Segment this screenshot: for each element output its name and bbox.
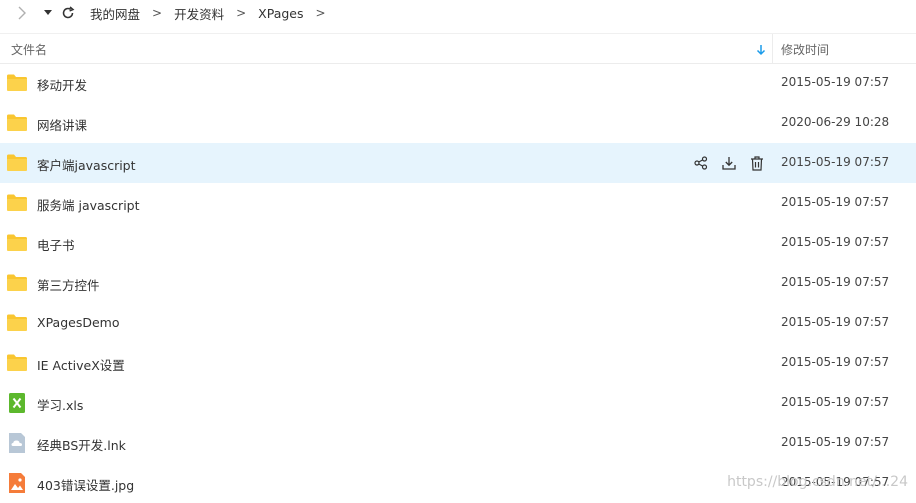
file-name[interactable]: 服务端 javascript [37,195,140,214]
file-name[interactable]: 第三方控件 [37,275,100,294]
file-row[interactable]: IE ActiveX设置 2015-05-19 07:57 [0,343,916,383]
file-modified-time: 2015-05-19 07:57 [781,395,890,409]
file-modified-time: 2020-06-29 10:28 [781,115,890,129]
folder-icon [6,73,28,93]
refresh-button[interactable] [60,5,76,21]
breadcrumb: 我的网盘 > 开发资料 > XPages > [90,4,338,23]
file-row[interactable]: 客户端javascript 2015-05-19 07:57 [0,143,916,183]
list-header: 文件名 修改时间 [0,33,916,64]
file-name[interactable]: 电子书 [37,235,75,254]
file-row[interactable]: XPagesDemo 2015-05-19 07:57 [0,303,916,343]
filename-column-header[interactable]: 文件名 [11,41,47,58]
file-row[interactable]: 服务端 javascript 2015-05-19 07:57 [0,183,916,223]
refresh-icon [62,6,75,19]
folder-icon [6,193,28,213]
shortcut-file-icon [6,433,28,453]
breadcrumb-item[interactable]: 我的网盘 [90,4,140,23]
file-modified-time: 2015-05-19 07:57 [781,235,890,249]
folder-icon [6,233,28,253]
sort-arrow-down-icon[interactable] [756,41,766,60]
excel-file-icon [6,393,28,413]
file-name[interactable]: 经典BS开发.lnk [37,435,126,454]
caret-down-icon [44,10,52,15]
breadcrumb-item[interactable]: XPages [258,6,303,21]
modified-time-column-header[interactable]: 修改时间 [781,41,829,58]
file-row[interactable]: 网络讲课 2020-06-29 10:28 [0,103,916,143]
back-button[interactable] [14,5,30,21]
watermark: https://blog.csdn.net/...24 [727,474,908,490]
breadcrumb-separator[interactable]: > [236,6,246,20]
folder-icon [6,313,28,333]
file-list: 移动开发 2015-05-19 07:57 网络讲课 2020-06-29 10:28… [0,63,916,503]
file-modified-time: 2015-05-19 07:57 [781,435,890,449]
file-name[interactable]: 移动开发 [37,75,87,94]
breadcrumb-separator[interactable]: > [152,6,162,20]
file-modified-time: 2015-05-19 07:57 [781,195,890,209]
file-row[interactable]: 学习.xls 2015-05-19 07:57 [0,383,916,423]
file-name[interactable]: 网络讲课 [37,115,87,134]
folder-icon [6,353,28,373]
history-dropdown-button[interactable] [42,5,54,21]
image-file-icon [6,473,28,493]
chevron-right-icon [18,6,26,20]
share-icon[interactable] [692,154,710,172]
folder-icon [6,153,28,173]
file-name[interactable]: 客户端javascript [37,155,136,174]
row-actions [692,154,776,172]
toolbar: 我的网盘 > 开发资料 > XPages > [0,0,916,26]
delete-icon[interactable] [748,154,766,172]
file-name[interactable]: IE ActiveX设置 [37,355,125,374]
file-row[interactable]: 第三方控件 2015-05-19 07:57 [0,263,916,303]
column-divider[interactable] [772,34,773,63]
breadcrumb-item[interactable]: 开发资料 [174,4,224,23]
folder-icon [6,113,28,133]
file-name[interactable]: 403错误设置.jpg [37,475,134,494]
file-modified-time: 2015-05-19 07:57 [781,75,890,89]
file-row[interactable]: 经典BS开发.lnk 2015-05-19 07:57 [0,423,916,463]
file-modified-time: 2015-05-19 07:57 [781,315,890,329]
download-icon[interactable] [720,154,738,172]
file-row[interactable]: 电子书 2015-05-19 07:57 [0,223,916,263]
folder-icon [6,273,28,293]
file-name[interactable]: 学习.xls [37,395,83,414]
file-modified-time: 2015-05-19 07:57 [781,155,890,169]
breadcrumb-separator[interactable]: > [316,6,326,20]
file-modified-time: 2015-05-19 07:57 [781,355,890,369]
file-name[interactable]: XPagesDemo [37,315,119,330]
file-row[interactable]: 移动开发 2015-05-19 07:57 [0,63,916,103]
file-modified-time: 2015-05-19 07:57 [781,275,890,289]
